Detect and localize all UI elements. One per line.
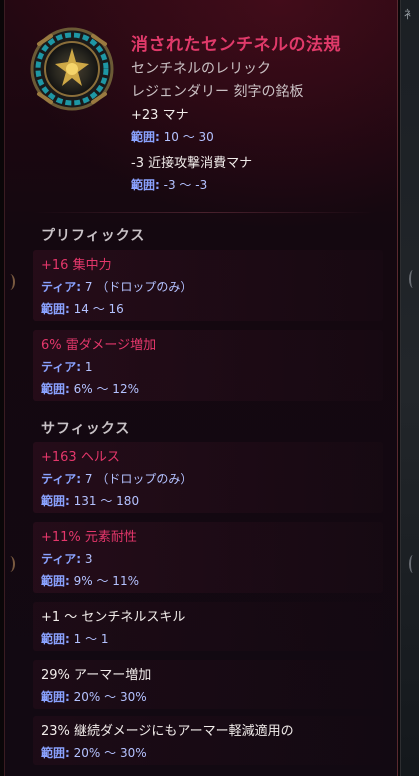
item-name: 消されたセンチネルの法規	[131, 35, 341, 55]
range-value: 131 〜 180	[73, 494, 140, 508]
tier-value: 7 （ドロップのみ）	[84, 280, 193, 294]
range-value: -3 〜 -3	[163, 178, 208, 192]
affix-stat: +16 集中力	[41, 258, 112, 273]
suffix-affix[interactable]: +11% 元素耐性 ティア: 3 範囲: 9% 〜 11%	[33, 522, 383, 593]
range-value: 20% 〜 30%	[73, 690, 147, 704]
prefix-affix[interactable]: +16 集中力 ティア: 7 （ドロップのみ） 範囲: 14 〜 16	[33, 250, 383, 321]
affix-stat: 6% 雷ダメージ増加	[41, 338, 157, 353]
side-strip-glyph: 衤	[404, 8, 415, 21]
range-label: 範囲:	[41, 494, 70, 508]
affix-range: 範囲: 9% 〜 11%	[41, 572, 383, 589]
item-header: 消されたセンチネルの法規 センチネルのレリック レジェンダリー 刻字の銘板	[131, 30, 341, 101]
range-label: 範囲:	[41, 746, 70, 760]
affix-range: 範囲: 6% 〜 12%	[41, 380, 383, 397]
implicit-range: 範囲: 10 〜 30	[131, 128, 252, 145]
sentinel-relic-emblem-icon	[29, 26, 115, 112]
implicit-range: 範囲: -3 〜 -3	[131, 176, 252, 193]
affix-stat: 29% アーマー増加	[41, 668, 152, 683]
adjacent-panel-strip: 衤	[400, 0, 419, 776]
item-rarity-line: レジェンダリー 刻字の銘板	[131, 84, 304, 100]
tier-label: ティア:	[41, 472, 82, 486]
affix-tier: ティア: 7 （ドロップのみ）	[41, 470, 383, 487]
unique-affix[interactable]: 23% 継続ダメージにもアーマー軽減適用の 範囲: 20% 〜 30%	[33, 716, 383, 765]
implicit-stats: +23 マナ 範囲: 10 〜 30 -3 近接攻撃消費マナ 範囲: -3 〜 …	[131, 104, 252, 200]
affix-tier: ティア: 3	[41, 550, 383, 567]
range-label: 範囲:	[41, 690, 70, 704]
side-strip-notch	[409, 270, 417, 288]
suffix-section-title: サフィックス	[41, 421, 131, 437]
affix-range: 範囲: 14 〜 16	[41, 300, 383, 317]
side-strip-notch	[409, 555, 417, 573]
range-label: 範囲:	[131, 178, 160, 192]
divider	[33, 212, 375, 213]
tier-label: ティア:	[41, 280, 82, 294]
implicit-stat: +23 マナ	[131, 108, 189, 123]
unique-affix[interactable]: 29% アーマー増加 範囲: 20% 〜 30%	[33, 660, 383, 709]
suffix-affix[interactable]: +163 ヘルス ティア: 7 （ドロップのみ） 範囲: 131 〜 180	[33, 442, 383, 513]
affix-stat: +163 ヘルス	[41, 450, 120, 465]
range-value: 6% 〜 12%	[73, 382, 139, 396]
tier-label: ティア:	[41, 552, 82, 566]
affix-range: 範囲: 1 〜 1	[41, 630, 383, 647]
tooltip-edge-ornament	[5, 274, 15, 290]
range-label: 範囲:	[41, 382, 70, 396]
tier-label: ティア:	[41, 360, 82, 374]
affix-tier: ティア: 1	[41, 358, 383, 375]
tooltip-edge-ornament	[5, 556, 15, 572]
range-value: 20% 〜 30%	[73, 746, 147, 760]
item-type-line: センチネルのレリック	[131, 61, 271, 77]
range-label: 範囲:	[41, 574, 70, 588]
prefix-section-title: プリフィックス	[41, 228, 146, 244]
tier-value: 3	[84, 552, 93, 566]
tier-value: 1	[84, 360, 93, 374]
range-value: 14 〜 16	[73, 302, 124, 316]
range-label: 範囲:	[41, 302, 70, 316]
range-value: 9% 〜 11%	[73, 574, 139, 588]
implicit-stat: -3 近接攻撃消費マナ	[131, 156, 253, 171]
item-tooltip: 消されたセンチネルの法規 センチネルのレリック レジェンダリー 刻字の銘板 +2…	[4, 0, 398, 776]
unique-affix[interactable]: +1 〜 センチネルスキル 範囲: 1 〜 1	[33, 602, 383, 651]
range-value: 10 〜 30	[163, 130, 214, 144]
range-label: 範囲:	[131, 130, 160, 144]
affix-tier: ティア: 7 （ドロップのみ）	[41, 278, 383, 295]
affix-range: 範囲: 20% 〜 30%	[41, 688, 383, 705]
tier-value: 7 （ドロップのみ）	[84, 472, 193, 486]
affix-range: 範囲: 131 〜 180	[41, 492, 383, 509]
prefix-affix[interactable]: 6% 雷ダメージ増加 ティア: 1 範囲: 6% 〜 12%	[33, 330, 383, 401]
range-value: 1 〜 1	[73, 632, 109, 646]
affix-stat: +11% 元素耐性	[41, 530, 137, 545]
affix-range: 範囲: 20% 〜 30%	[41, 744, 383, 761]
affix-stat: 23% 継続ダメージにもアーマー軽減適用の	[41, 724, 294, 739]
affix-stat: +1 〜 センチネルスキル	[41, 610, 186, 625]
range-label: 範囲:	[41, 632, 70, 646]
